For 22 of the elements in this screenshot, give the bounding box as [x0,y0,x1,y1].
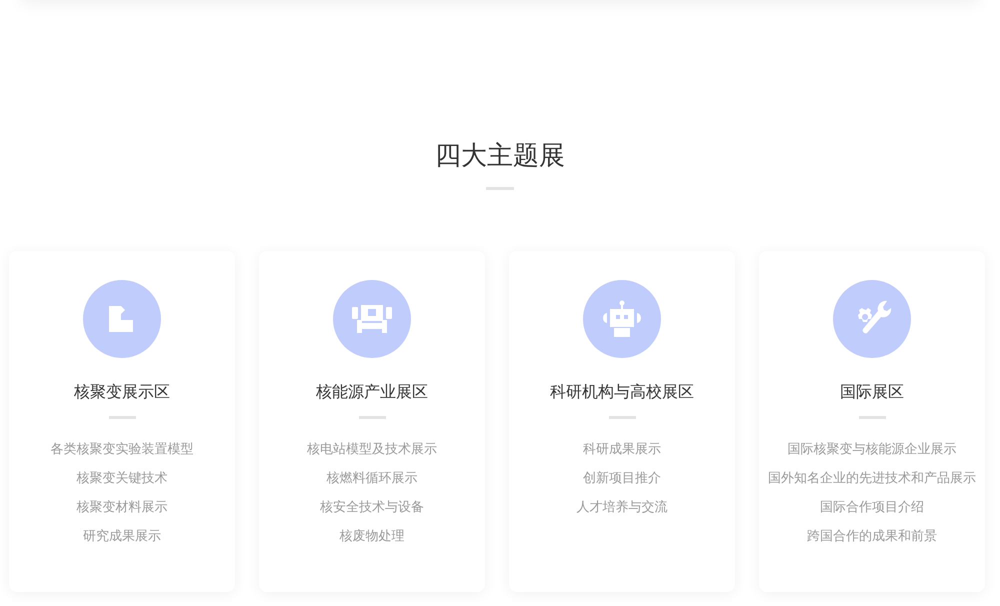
topic-item: 核聚变关键技术 [76,469,168,487]
topic-item: 国际核聚变与核能源企业展示 [788,440,956,458]
topic-item: 各类核聚变实验装置模型 [50,440,194,458]
machine-icon [352,305,392,333]
topic-item: 跨国合作的成果和前景 [807,527,937,545]
topic-item: 创新项目推介 [583,469,661,487]
topic-item: 核电站模型及技术展示 [307,440,437,458]
section-title: 四大主题展 [435,139,565,172]
card-title: 科研机构与高校展区 [550,382,694,403]
topic-item: 核聚变材料展示 [76,498,168,516]
topic-item: 研究成果展示 [83,527,161,545]
topic-item: 国际合作项目介绍 [820,498,924,516]
card-title: 核聚变展示区 [74,382,170,403]
card-title: 核能源产业展区 [316,382,428,403]
topic-item: 科研成果展示 [583,440,661,458]
topic-item: 核燃料循环展示 [326,469,418,487]
topic-item: 国外知名企业的先进技术和产品展示 [768,469,976,487]
topic-item: 人才培养与交流 [576,498,668,516]
card-title: 国际展区 [840,383,904,403]
topic-item: 核安全技术与设备 [320,498,424,516]
robot-icon [601,300,643,338]
topic-item: 核废物处理 [340,527,404,545]
